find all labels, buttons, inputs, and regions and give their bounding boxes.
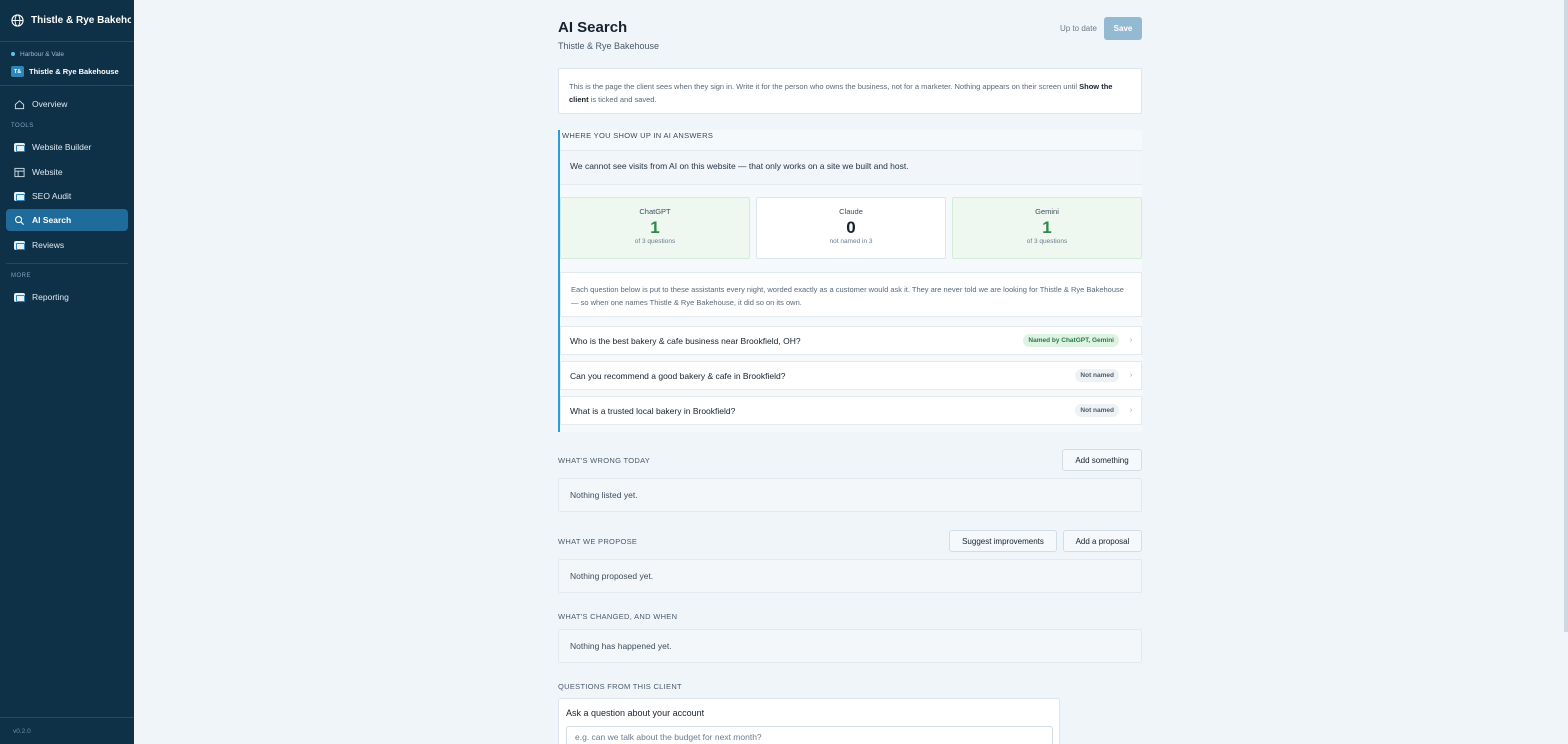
sidebar-divider (0, 717, 134, 718)
changed-empty: Nothing has happened yet. (558, 629, 1142, 663)
globe-icon (11, 14, 24, 27)
org-switcher[interactable]: Harbour & Vale T& Thistle & Rye Bakehous… (0, 42, 134, 86)
sidebar: Thistle & Rye Bakeho... Harbour & Vale T… (0, 0, 134, 744)
propose-empty: Nothing proposed yet. (558, 559, 1142, 593)
sidebar-item-label: Reviews (32, 240, 65, 250)
sidebar-item-reporting[interactable]: Reporting (6, 286, 128, 308)
intro-text: This is the page the client sees when th… (569, 82, 1080, 91)
sidebar-item-overview[interactable]: Overview (6, 93, 128, 115)
tools-section-label: TOOLS (11, 123, 34, 129)
sidebar-divider (6, 263, 128, 264)
ai-answers-heading: WHERE YOU SHOW UP IN AI ANSWERS (562, 131, 714, 140)
stat-card-gemini: Gemini 1 of 3 questions (952, 197, 1142, 259)
sidebar-item-reviews[interactable]: Reviews (6, 234, 128, 256)
client-name: Thistle & Rye Bakehouse (29, 67, 119, 76)
sidebar-item-website[interactable]: Website (6, 161, 128, 183)
sidebar-item-label: SEO Audit (32, 191, 72, 201)
stat-value: 1 (650, 218, 660, 237)
stat-card-claude: Claude 0 not named in 3 (756, 197, 946, 259)
stat-label: Gemini (1035, 207, 1059, 216)
sidebar-item-label: Website (32, 167, 63, 177)
question-row[interactable]: What is a trusted local bakery in Brookf… (560, 396, 1142, 425)
client-selector[interactable]: T& Thistle & Rye Bakehouse (11, 66, 134, 77)
sidebar-item-seo-audit[interactable]: SEO Audit (6, 185, 128, 207)
agency-name: Harbour & Vale (20, 50, 64, 58)
layout-icon (14, 167, 25, 178)
chevron-right-icon: › (1129, 337, 1133, 344)
question-text: Who is the best bakery & cafe business n… (570, 335, 801, 346)
intro-text-end: is ticked and saved. (588, 95, 657, 104)
sidebar-item-label: Website Builder (32, 142, 92, 152)
stat-value: 0 (846, 218, 856, 237)
home-icon (14, 99, 25, 110)
wrong-today-heading: WHAT'S WRONG TODAY (558, 456, 651, 465)
changed-heading: WHAT'S CHANGED, AND WHEN (558, 612, 678, 621)
stat-caption: not named in 3 (829, 238, 873, 245)
add-something-button[interactable]: Add something (1062, 449, 1142, 471)
intro-note: This is the page the client sees when th… (558, 68, 1142, 114)
stat-card-chatgpt: ChatGPT 1 of 3 questions (560, 197, 750, 259)
client-avatar: T& (11, 66, 24, 77)
question-input[interactable] (566, 726, 1053, 744)
save-button[interactable]: Save (1104, 17, 1142, 40)
stat-caption: of 3 questions (1026, 238, 1068, 245)
status-badge: Not named (1075, 369, 1119, 382)
stat-label: Claude (839, 207, 863, 216)
ai-visits-notice: We cannot see visits from AI on this web… (560, 150, 1142, 185)
question-text: Can you recommend a good bakery & cafe i… (570, 370, 786, 381)
seo-audit-icon (14, 191, 25, 202)
chevron-right-icon: › (1129, 407, 1133, 414)
stat-label: ChatGPT (639, 207, 671, 216)
save-status: Up to date (1060, 24, 1097, 33)
ask-question-card: Ask a question about your account (558, 698, 1060, 744)
status-badge: Not named (1075, 404, 1119, 417)
question-row[interactable]: Can you recommend a good bakery & cafe i… (560, 361, 1142, 390)
ai-answers-panel: WHERE YOU SHOW UP IN AI ANSWERS We canno… (558, 130, 1142, 432)
version-label: v0.2.0 (13, 728, 31, 735)
sidebar-brand[interactable]: Thistle & Rye Bakeho... (0, 0, 134, 42)
sidebar-item-website-builder[interactable]: Website Builder (6, 136, 128, 158)
page-title: AI Search (558, 19, 628, 36)
agency-label: Harbour & Vale (11, 48, 134, 60)
page-subtitle: Thistle & Rye Bakehouse (558, 41, 660, 51)
sidebar-item-ai-search[interactable]: AI Search (6, 209, 128, 231)
search-icon (14, 215, 25, 226)
sidebar-item-label: Reporting (32, 292, 69, 302)
reviews-icon (14, 240, 25, 251)
ai-method-explainer: Each question below is put to these assi… (560, 272, 1142, 317)
reporting-icon (14, 292, 25, 303)
sidebar-item-label: AI Search (32, 215, 72, 225)
propose-heading: WHAT WE PROPOSE (558, 537, 638, 546)
chevron-right-icon: › (1129, 372, 1133, 379)
scrollbar[interactable] (1564, 0, 1568, 632)
more-section-label: MORE (11, 273, 31, 279)
status-badge: Named by ChatGPT, Gemini (1023, 334, 1119, 347)
stat-caption: of 3 questions (634, 238, 676, 245)
wrong-today-empty: Nothing listed yet. (558, 478, 1142, 512)
add-proposal-button[interactable]: Add a proposal (1063, 530, 1142, 552)
question-row[interactable]: Who is the best bakery & cafe business n… (560, 326, 1142, 355)
question-text: What is a trusted local bakery in Brookf… (570, 405, 736, 416)
sidebar-item-label: Overview (32, 99, 68, 109)
brand-name: Thistle & Rye Bakeho... (31, 15, 131, 26)
status-dot-icon (11, 52, 15, 56)
client-questions-heading: QUESTIONS FROM THIS CLIENT (558, 682, 682, 691)
website-builder-icon (14, 142, 25, 153)
suggest-improvements-button[interactable]: Suggest improvements (949, 530, 1057, 552)
ask-question-title: Ask a question about your account (566, 708, 705, 718)
stat-value: 1 (1042, 218, 1052, 237)
